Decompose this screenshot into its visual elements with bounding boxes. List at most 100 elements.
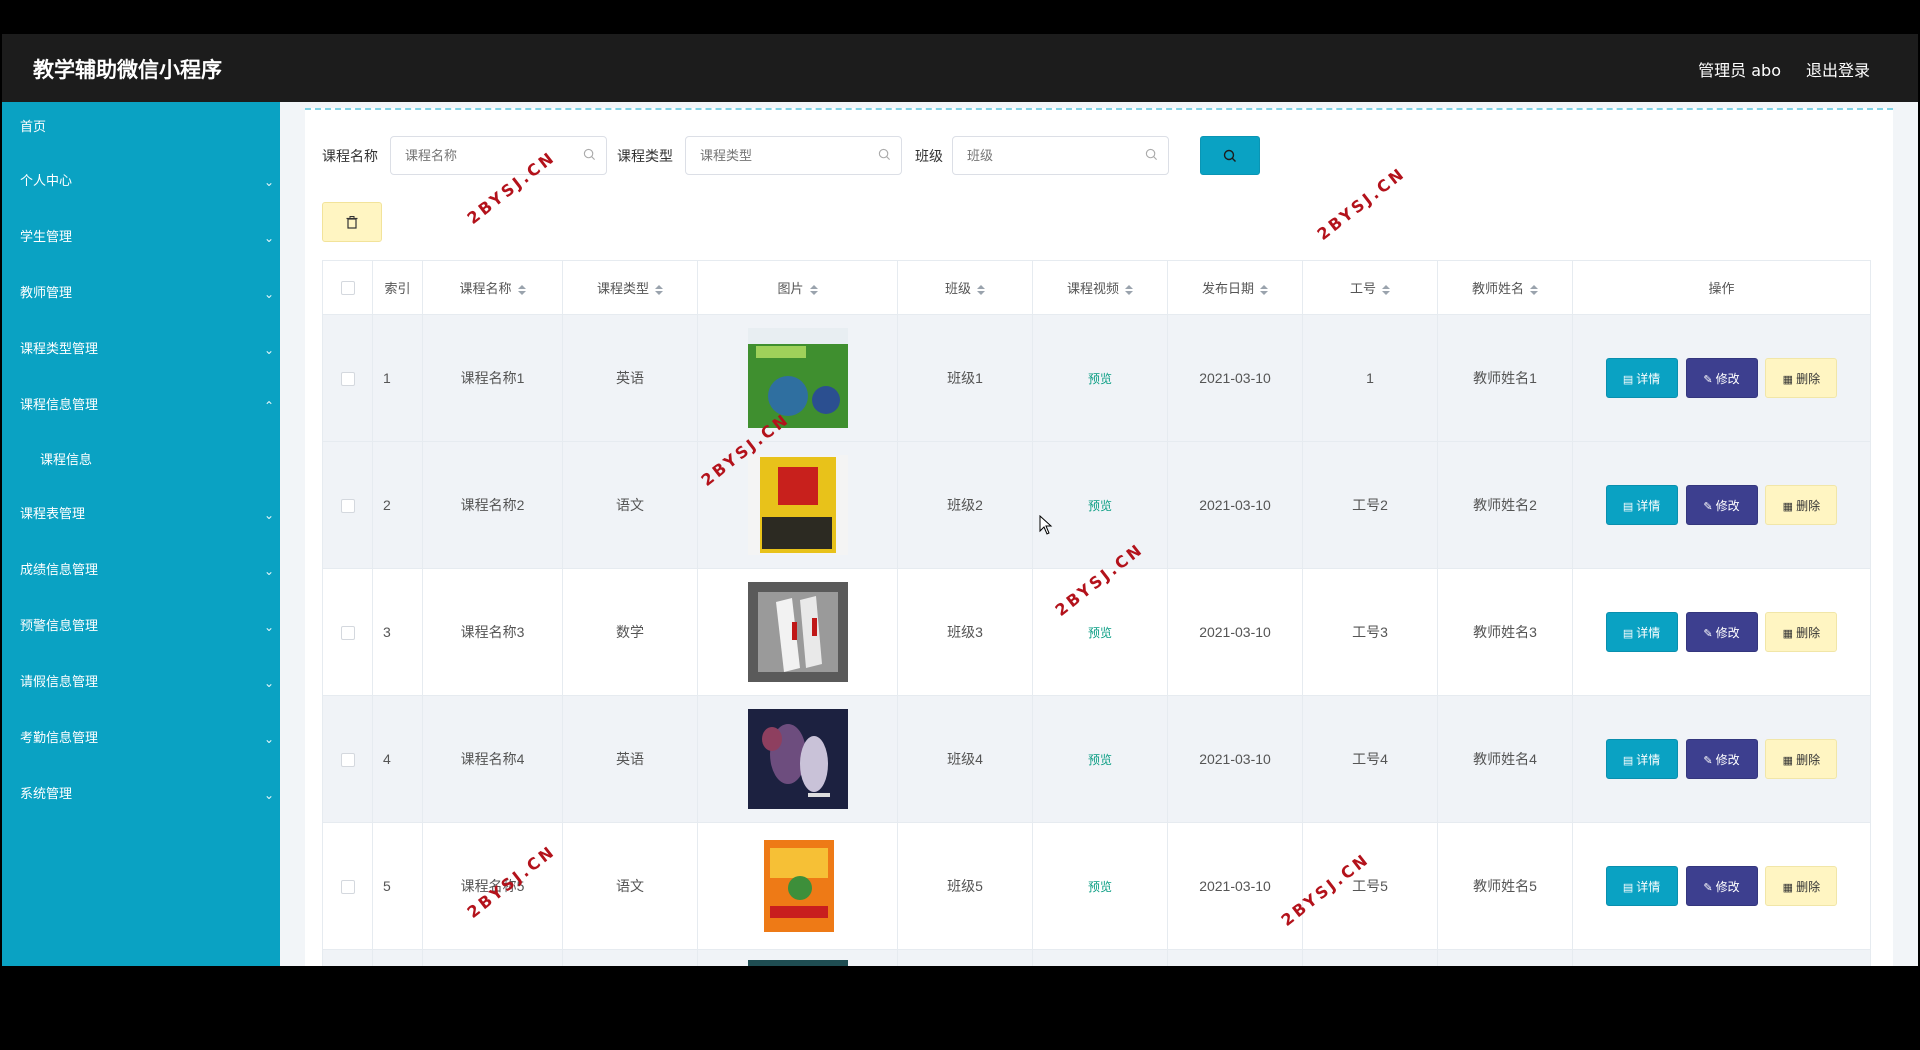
detail-button[interactable]: ▤ 详情 xyxy=(1605,612,1678,652)
course-type-field[interactable] xyxy=(685,136,902,175)
chevron-down-icon: ⌄ xyxy=(263,508,274,522)
teacher-name-cell: 教师姓名4 xyxy=(1437,695,1573,823)
delete-button[interactable]: ▦ 删除 xyxy=(1765,485,1838,525)
course-name-field[interactable] xyxy=(390,136,607,175)
submenu-item-course-info[interactable]: 课程信息 xyxy=(2,434,280,487)
select-all-checkbox[interactable] xyxy=(340,281,355,296)
sidebar-item-label: 课程类型管理 xyxy=(20,342,99,357)
row-index: 5 xyxy=(372,822,423,950)
course-name-cell: 课程名称1 xyxy=(422,314,563,442)
chevron-up-icon: ⌃ xyxy=(263,399,274,413)
main-content: 课程名称 课程类型 班级 xyxy=(280,102,1918,966)
row-checkbox[interactable] xyxy=(340,880,355,895)
detail-button[interactable]: ▤ 详情 xyxy=(1605,485,1678,525)
chevron-down-icon: ⌄ xyxy=(263,287,274,301)
course-type-label: 课程类型 xyxy=(617,149,673,165)
sidebar-item-label: 学生管理 xyxy=(20,230,73,245)
chevron-down-icon: ⌄ xyxy=(263,175,274,189)
search-button[interactable] xyxy=(1200,136,1260,175)
row-checkbox[interactable] xyxy=(340,499,355,514)
content-panel: 课程名称 课程类型 班级 xyxy=(305,108,1893,966)
course-name-label: 课程名称 xyxy=(322,149,378,165)
course-table: 索引 课程名称 课程类型 图片 班级 课程视频 发布日期 工号 教师姓名 操作 xyxy=(322,260,1871,966)
sidebar-item-timetable[interactable]: 课程表管理 ⌄ xyxy=(2,487,280,543)
delete-button[interactable]: ▦ 删除 xyxy=(1765,612,1838,652)
video-cell: 预览 xyxy=(1032,695,1168,823)
sidebar-item-label: 系统管理 xyxy=(20,787,73,802)
admin-user-label: 管理员 abo xyxy=(1698,61,1781,80)
sidebar-item-grades[interactable]: 成绩信息管理 ⌄ xyxy=(2,543,280,599)
class-field[interactable] xyxy=(952,136,1169,175)
course-type-input[interactable] xyxy=(686,137,836,174)
column-header-sortable[interactable]: 课程名称 xyxy=(422,260,563,315)
course-name-cell: 课程名称5 xyxy=(422,822,563,950)
edit-button[interactable]: ✎ 修改 xyxy=(1685,485,1758,525)
sidebar-item-warnings[interactable]: 预警信息管理 ⌄ xyxy=(2,599,280,655)
sidebar-item-course-types[interactable]: 课程类型管理 ⌄ xyxy=(2,322,280,378)
column-header-sortable[interactable]: 图片 xyxy=(697,260,898,315)
video-preview-link[interactable]: 预览 xyxy=(1088,880,1112,894)
sidebar-item-course-info[interactable]: 课程信息管理 ⌃ xyxy=(2,378,280,434)
row-select-cell xyxy=(322,441,373,569)
table-row: 1 课程名称1 英语 班级1 预览 2021-03-10 1 教师姓名1 ▤ 详… xyxy=(322,314,1871,442)
sidebar-item-attendance[interactable]: 考勤信息管理 ⌄ xyxy=(2,711,280,767)
actions-cell: ▤ 详情 ✎ 修改 ▦ 删除 xyxy=(1572,822,1871,950)
chevron-down-icon: ⌄ xyxy=(263,788,274,802)
image-cell xyxy=(697,441,898,569)
delete-button[interactable]: ▦ 删除 xyxy=(1765,358,1838,398)
column-header-sortable[interactable]: 课程视频 xyxy=(1032,260,1168,315)
delete-button[interactable]: ▦ 删除 xyxy=(1765,866,1838,906)
class-input[interactable] xyxy=(953,137,1103,174)
row-checkbox[interactable] xyxy=(340,626,355,641)
column-header-sortable[interactable]: 发布日期 xyxy=(1167,260,1303,315)
video-cell: 预览 xyxy=(1032,822,1168,950)
course-thumbnail xyxy=(747,709,848,809)
course-name-cell: 课程名称2 xyxy=(422,441,563,569)
column-header: 索引 xyxy=(372,260,423,315)
row-checkbox[interactable] xyxy=(340,753,355,768)
course-name-input[interactable] xyxy=(391,137,541,174)
search-icon xyxy=(583,148,596,161)
delete-button[interactable]: ▦ 删除 xyxy=(1765,739,1838,779)
sidebar-item-home[interactable]: 首页 xyxy=(2,102,280,154)
column-header-sortable[interactable]: 工号 xyxy=(1302,260,1438,315)
sidebar-item-personal-center[interactable]: 个人中心 ⌄ xyxy=(2,154,280,210)
sidebar-item-teachers[interactable]: 教师管理 ⌄ xyxy=(2,266,280,322)
logout-link[interactable]: 退出登录 xyxy=(1806,57,1870,81)
detail-button[interactable]: ▤ 详情 xyxy=(1605,866,1678,906)
chevron-down-icon: ⌄ xyxy=(263,564,274,578)
video-preview-link[interactable]: 预览 xyxy=(1088,372,1112,386)
row-checkbox[interactable] xyxy=(340,372,355,387)
course-thumbnail xyxy=(747,582,848,682)
course-thumbnail xyxy=(747,960,848,966)
row-index: 2 xyxy=(372,441,423,569)
column-header-sortable[interactable]: 课程类型 xyxy=(562,260,698,315)
table-row: 3 课程名称3 数学 班级3 预览 2021-03-10 工号3 教师姓名3 ▤… xyxy=(322,568,1871,696)
class-cell: 班级1 xyxy=(897,314,1033,442)
sidebar-item-system[interactable]: 系统管理 ⌄ xyxy=(2,767,280,823)
image-cell xyxy=(697,949,898,966)
table-row: 2 课程名称2 语文 班级2 预览 2021-03-10 工号2 教师姓名2 ▤… xyxy=(322,441,1871,569)
column-header-sortable[interactable]: 班级 xyxy=(897,260,1033,315)
sort-icon xyxy=(977,284,985,295)
table-header-row: 索引 课程名称 课程类型 图片 班级 课程视频 发布日期 工号 教师姓名 操作 xyxy=(322,260,1871,315)
video-preview-link[interactable]: 预览 xyxy=(1088,499,1112,513)
column-header-sortable[interactable]: 教师姓名 xyxy=(1437,260,1573,315)
job-number-cell: 工号5 xyxy=(1302,822,1438,950)
table-row-partial xyxy=(322,949,1871,966)
video-preview-link[interactable]: 预览 xyxy=(1088,753,1112,767)
class-cell: 班级3 xyxy=(897,568,1033,696)
sidebar-item-students[interactable]: 学生管理 ⌄ xyxy=(2,210,280,266)
detail-button[interactable]: ▤ 详情 xyxy=(1605,358,1678,398)
chevron-down-icon: ⌄ xyxy=(263,732,274,746)
edit-button[interactable]: ✎ 修改 xyxy=(1685,358,1758,398)
edit-button[interactable]: ✎ 修改 xyxy=(1685,739,1758,779)
edit-button[interactable]: ✎ 修改 xyxy=(1685,866,1758,906)
sidebar-item-leave[interactable]: 请假信息管理 ⌄ xyxy=(2,655,280,711)
video-preview-link[interactable]: 预览 xyxy=(1088,626,1112,640)
sidebar: 首页 个人中心 ⌄ 学生管理 ⌄ 教师管理 ⌄ 课程类型管理 ⌄ 课程信息管理 … xyxy=(2,102,280,966)
detail-button[interactable]: ▤ 详情 xyxy=(1605,739,1678,779)
edit-button[interactable]: ✎ 修改 xyxy=(1685,612,1758,652)
batch-delete-button[interactable] xyxy=(322,202,382,242)
image-cell xyxy=(697,568,898,696)
